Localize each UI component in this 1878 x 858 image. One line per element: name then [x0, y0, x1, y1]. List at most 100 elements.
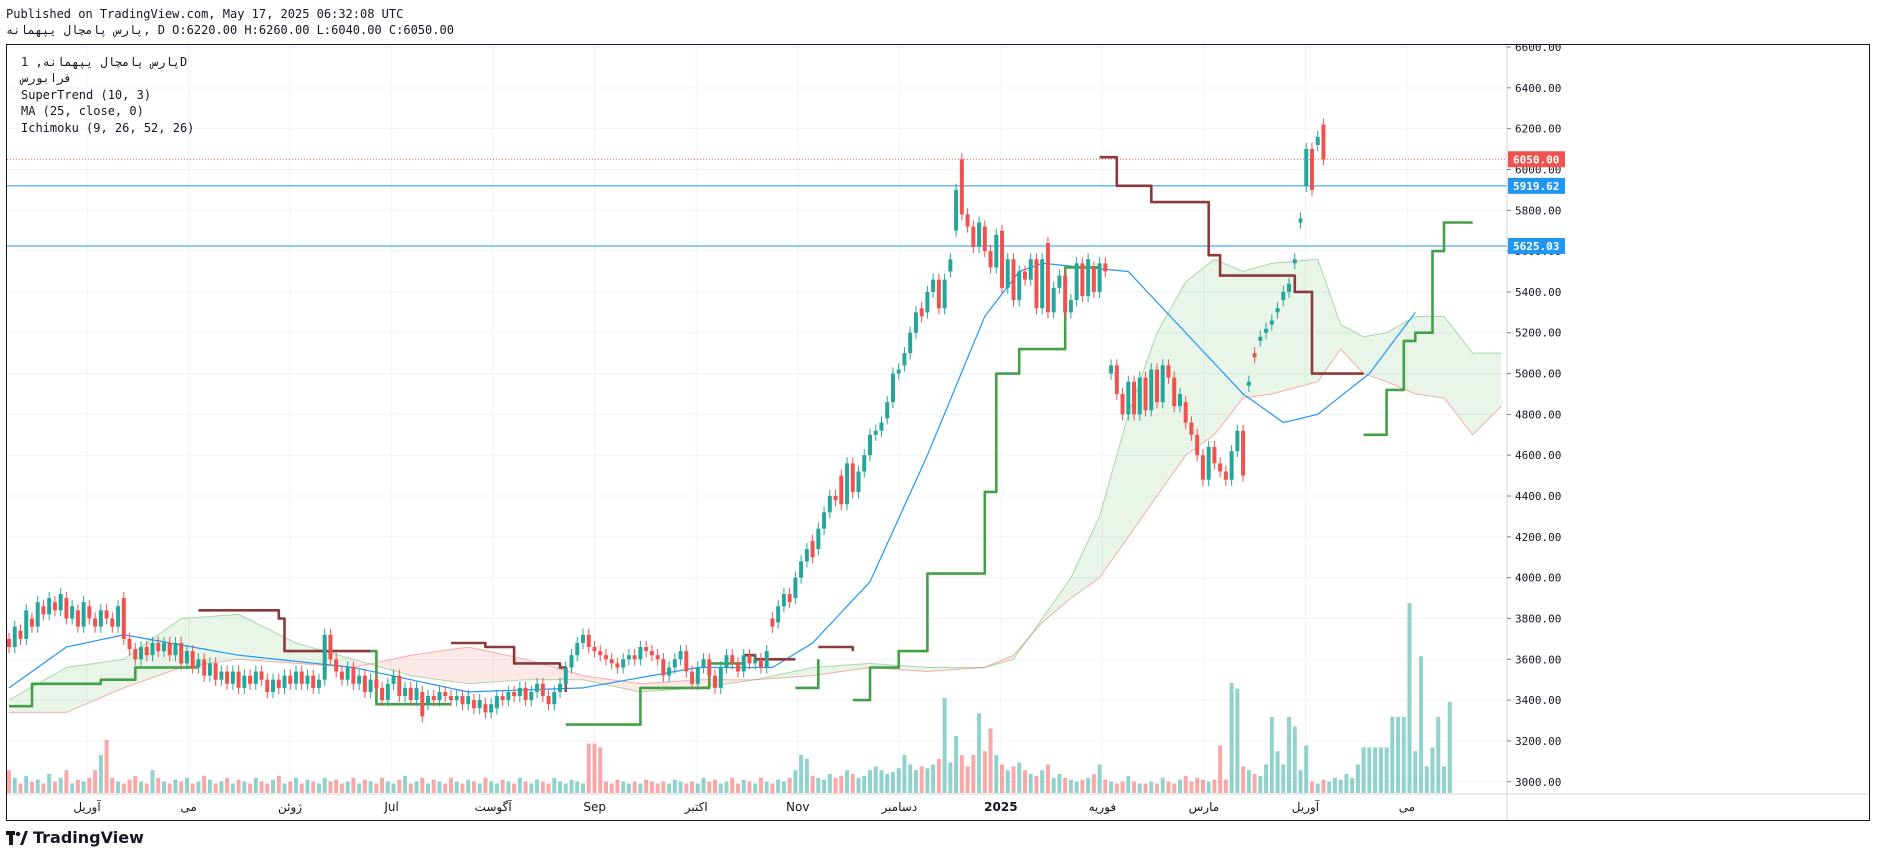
volume-bar	[1177, 779, 1182, 793]
volume-bar	[47, 774, 52, 793]
volume-bar	[1229, 682, 1234, 793]
candle-body	[408, 687, 413, 701]
candle-body	[173, 642, 178, 656]
volume-bar	[1373, 747, 1378, 793]
volume-bar	[1378, 747, 1383, 793]
volume-bar	[1045, 764, 1050, 793]
candle-body	[339, 671, 344, 680]
volume-bar	[207, 779, 212, 793]
volume-bar	[799, 755, 804, 793]
candle	[1155, 363, 1159, 409]
candle	[98, 604, 103, 633]
volume-bar	[1309, 781, 1314, 793]
volume-bar	[621, 781, 626, 793]
candle-body	[1195, 434, 1200, 456]
volume-bar	[1419, 656, 1424, 793]
candle	[397, 669, 402, 703]
volume-bar	[649, 781, 654, 793]
volume-bar	[219, 781, 224, 793]
legend-supertrend[interactable]: SuperTrend (10, 3)	[21, 88, 151, 102]
candle-body	[833, 496, 838, 501]
volume-bar	[408, 783, 413, 793]
volume-bar	[282, 783, 287, 793]
volume-bar	[1344, 774, 1349, 793]
candle	[219, 665, 224, 686]
time-tick-label: ژوئن	[278, 800, 302, 815]
volume-bar	[1040, 770, 1045, 793]
candle-body	[1040, 259, 1045, 309]
volume-bar	[1281, 764, 1286, 793]
candle-body	[253, 671, 258, 684]
volume-bar	[506, 781, 511, 793]
candle-body	[890, 373, 895, 403]
volume-bar	[1126, 775, 1131, 793]
candle	[793, 571, 798, 605]
volume-bar	[236, 779, 241, 793]
candle	[58, 587, 63, 617]
volume-bar	[1000, 764, 1005, 793]
volume-bar	[299, 783, 304, 793]
volume-bar	[977, 713, 982, 793]
candle-body	[954, 189, 959, 231]
volume-bar	[385, 781, 390, 793]
volume-bar	[626, 783, 631, 793]
candle	[276, 673, 281, 694]
cloud-segment	[1386, 316, 1416, 394]
candle-body	[70, 606, 75, 619]
volume-bar	[1413, 751, 1418, 793]
candle-body	[626, 655, 631, 660]
volume-bar	[1298, 770, 1303, 793]
volume-bar	[1022, 770, 1027, 793]
legend-symbol[interactable]: پارس پامچال یپهمانه, 1D	[21, 55, 187, 69]
volume-bar	[230, 783, 235, 793]
volume-bar	[1074, 781, 1079, 793]
tradingview-logo[interactable]: TradingView	[6, 828, 144, 847]
volume-bar	[259, 781, 264, 793]
candle-body	[1212, 447, 1217, 464]
volume-bar	[701, 777, 706, 793]
price-tick-label: 3600.00	[1515, 653, 1561, 666]
volume-bar	[517, 777, 522, 793]
candle-body	[873, 430, 878, 435]
candle-body	[1126, 381, 1131, 415]
price-label-text: 6050.00	[1513, 153, 1559, 166]
candle-body	[1189, 422, 1194, 435]
candle	[1160, 359, 1165, 409]
volume-bar	[735, 783, 740, 793]
candle	[236, 665, 241, 694]
candle	[1315, 130, 1320, 152]
legend-exchange: فرابورس	[21, 71, 72, 85]
candle	[1149, 363, 1154, 417]
volume-bar	[1304, 745, 1309, 793]
chart-frame[interactable]: 3000.00 3200.00 3400.00 3600.00 3800.00 4000.…	[6, 44, 1870, 821]
volume-bar	[127, 779, 132, 793]
candle	[1241, 424, 1246, 482]
candle	[569, 649, 574, 674]
candle-body	[879, 422, 884, 431]
volume-bar	[936, 758, 941, 793]
candle-body	[753, 659, 758, 664]
price-tick-label: 5200.00	[1515, 327, 1561, 340]
candle-body	[150, 642, 155, 656]
legend-ichimoku[interactable]: Ichimoku (9, 26, 52, 26)	[21, 121, 194, 135]
price-chart[interactable]: 3000.00 3200.00 3400.00 3600.00 3800.00 4000.…	[7, 45, 1869, 820]
candle-body	[1068, 300, 1073, 313]
candle-body	[1051, 287, 1056, 313]
candle-body	[110, 618, 115, 627]
candle-body	[127, 638, 132, 650]
candle-body	[328, 634, 333, 660]
candle-body	[483, 704, 488, 713]
volume-bar	[868, 770, 872, 793]
volume-bar	[1155, 783, 1159, 793]
candle	[1074, 257, 1079, 307]
time-tick-label: دسامبر	[880, 800, 917, 815]
candle-body	[558, 683, 563, 692]
volume-bar	[368, 781, 373, 793]
candle	[799, 555, 804, 584]
candle-body	[1269, 320, 1274, 325]
candle-body	[1114, 365, 1119, 394]
volume-bar	[1080, 779, 1085, 793]
candle	[764, 645, 769, 674]
legend-ma[interactable]: MA (25, close, 0)	[21, 104, 144, 118]
volume-bar	[902, 755, 907, 793]
